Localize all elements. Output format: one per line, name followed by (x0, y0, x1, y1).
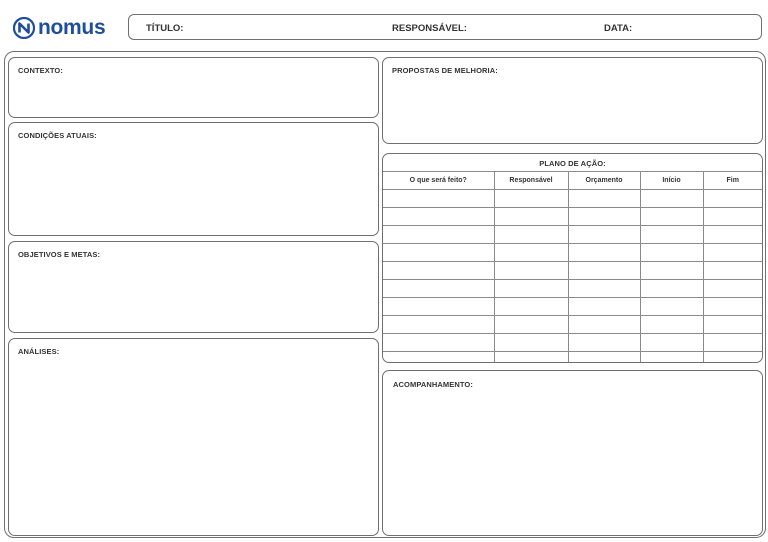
table-cell[interactable] (383, 189, 495, 208)
table-cell[interactable] (639, 279, 704, 298)
column-header-budget: Orçamento (567, 171, 641, 190)
table-cell[interactable] (493, 351, 569, 362)
improvement-proposals-box[interactable]: PROPOSTAS DE MELHORIA: (382, 57, 763, 144)
table-cell[interactable] (383, 351, 495, 362)
analyses-label: ANÁLISES: (18, 347, 60, 356)
action-plan-table: O que será feito? Responsável Orçamento … (383, 171, 762, 362)
table-cell[interactable] (493, 261, 569, 280)
table-cell[interactable] (383, 333, 495, 352)
table-cell[interactable] (567, 243, 641, 262)
improvement-proposals-label: PROPOSTAS DE MELHORIA: (392, 66, 498, 75)
table-row (383, 297, 762, 316)
table-cell[interactable] (383, 279, 495, 298)
nomus-logo-icon (13, 17, 35, 39)
context-box[interactable]: CONTEXTO: (8, 57, 379, 118)
header-bar: TÍTULO: RESPONSÁVEL: DATA: (128, 14, 762, 40)
table-cell[interactable] (702, 315, 762, 334)
table-cell[interactable] (702, 243, 762, 262)
table-row (383, 333, 762, 352)
context-label: CONTEXTO: (18, 66, 63, 75)
table-cell[interactable] (639, 315, 704, 334)
table-row (383, 207, 762, 226)
follow-up-box[interactable]: ACOMPANHAMENTO: (382, 370, 763, 536)
table-row (383, 315, 762, 334)
table-cell[interactable] (702, 225, 762, 244)
table-row (383, 351, 762, 362)
table-row (383, 243, 762, 262)
table-cell[interactable] (493, 189, 569, 208)
action-plan-box: PLANO DE AÇÃO: O que será feito? Respons… (382, 153, 763, 363)
table-cell[interactable] (493, 225, 569, 244)
table-cell[interactable] (567, 189, 641, 208)
table-cell[interactable] (702, 333, 762, 352)
table-row (383, 261, 762, 280)
table-row (383, 225, 762, 244)
table-cell[interactable] (639, 189, 704, 208)
objectives-label: OBJETIVOS E METAS: (18, 250, 101, 259)
table-cell[interactable] (639, 333, 704, 352)
responsible-label: RESPONSÁVEL: (392, 23, 467, 34)
table-cell[interactable] (639, 207, 704, 226)
table-cell[interactable] (702, 297, 762, 316)
table-cell[interactable] (493, 315, 569, 334)
column-header-start: Início (639, 171, 704, 190)
table-cell[interactable] (383, 315, 495, 334)
title-label: TÍTULO: (146, 23, 184, 34)
date-label: DATA: (604, 23, 633, 34)
table-cell[interactable] (567, 207, 641, 226)
current-conditions-label: CONDIÇÕES ATUAIS: (18, 131, 97, 140)
table-cell[interactable] (383, 225, 495, 244)
table-cell[interactable] (383, 207, 495, 226)
table-cell[interactable] (639, 297, 704, 316)
table-cell[interactable] (383, 243, 495, 262)
follow-up-label: ACOMPANHAMENTO: (393, 380, 473, 389)
table-cell[interactable] (493, 243, 569, 262)
column-header-responsible: Responsável (493, 171, 569, 190)
objectives-box[interactable]: OBJETIVOS E METAS: (8, 241, 379, 333)
table-cell[interactable] (702, 189, 762, 208)
table-cell[interactable] (493, 297, 569, 316)
column-header-what: O que será feito? (383, 171, 495, 190)
action-plan-header-row: O que será feito? Responsável Orçamento … (383, 171, 762, 190)
table-cell[interactable] (639, 351, 704, 362)
table-cell[interactable] (383, 297, 495, 316)
table-cell[interactable] (639, 243, 704, 262)
table-cell[interactable] (567, 351, 641, 362)
table-cell[interactable] (567, 333, 641, 352)
table-cell[interactable] (702, 279, 762, 298)
table-cell[interactable] (702, 351, 762, 362)
table-cell[interactable] (567, 261, 641, 280)
nomus-logo: nomus (13, 13, 106, 43)
logo-wordmark: nomus (38, 16, 106, 39)
table-row (383, 189, 762, 208)
table-row (383, 279, 762, 298)
action-plan-title: PLANO DE AÇÃO: (539, 159, 606, 168)
table-cell[interactable] (639, 261, 704, 280)
table-cell[interactable] (567, 225, 641, 244)
table-cell[interactable] (493, 207, 569, 226)
table-cell[interactable] (493, 279, 569, 298)
table-cell[interactable] (567, 297, 641, 316)
table-cell[interactable] (567, 315, 641, 334)
column-header-end: Fim (702, 171, 762, 190)
table-cell[interactable] (493, 333, 569, 352)
current-conditions-box[interactable]: CONDIÇÕES ATUAIS: (8, 122, 379, 236)
table-cell[interactable] (702, 207, 762, 226)
table-cell[interactable] (383, 261, 495, 280)
analyses-box[interactable]: ANÁLISES: (8, 338, 379, 536)
table-cell[interactable] (567, 279, 641, 298)
table-cell[interactable] (702, 261, 762, 280)
table-cell[interactable] (639, 225, 704, 244)
